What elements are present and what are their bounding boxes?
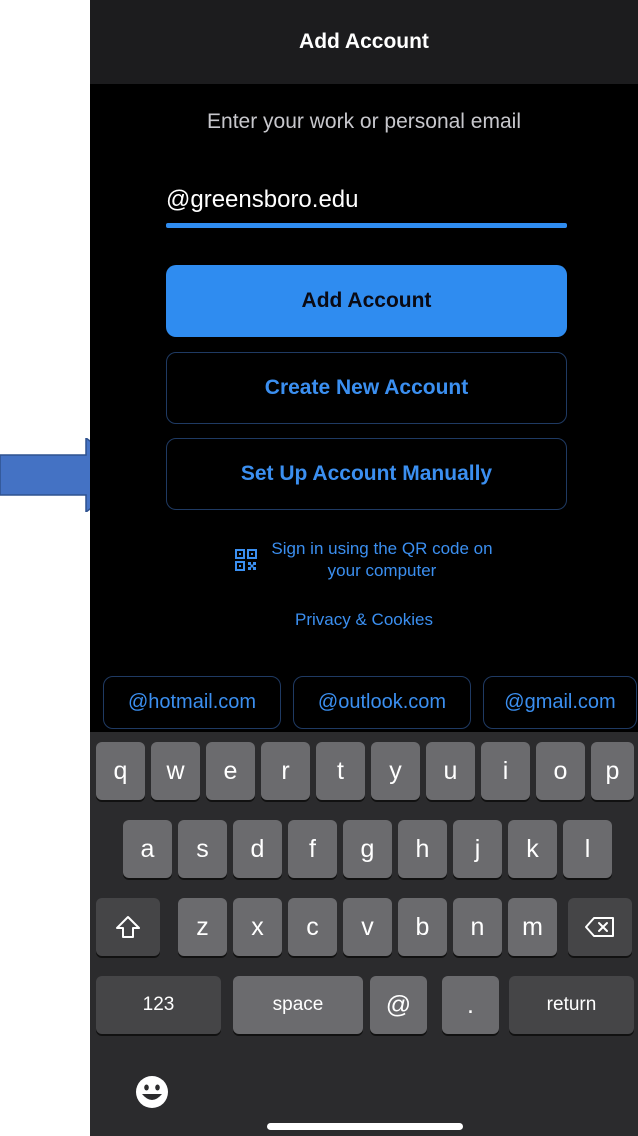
qr-line-1: Sign in using the QR code on	[271, 539, 493, 558]
key-j[interactable]: j	[453, 820, 502, 878]
key-f[interactable]: f	[288, 820, 337, 878]
email-prompt: Enter your work or personal email	[207, 110, 521, 133]
key-y[interactable]: y	[371, 742, 420, 800]
key-k[interactable]: k	[508, 820, 557, 878]
key-backspace[interactable]	[568, 898, 632, 956]
key-q[interactable]: q	[96, 742, 145, 800]
key-l[interactable]: l	[563, 820, 612, 878]
domain-chip-hotmail[interactable]: @hotmail.com	[103, 676, 281, 729]
domain-chip-outlook[interactable]: @outlook.com	[293, 676, 471, 729]
key-space[interactable]: space	[233, 976, 363, 1034]
key-m[interactable]: m	[508, 898, 557, 956]
home-indicator	[267, 1123, 463, 1130]
shift-icon	[116, 916, 140, 938]
add-account-button[interactable]: Add Account	[166, 265, 567, 337]
key-o[interactable]: o	[536, 742, 585, 800]
key-v[interactable]: v	[343, 898, 392, 956]
qr-line-2: your computer	[327, 561, 437, 580]
key-b[interactable]: b	[398, 898, 447, 956]
key-numbers[interactable]: 123	[96, 976, 221, 1034]
domain-suggestions: @hotmail.com @outlook.com @gmail.com	[103, 676, 637, 731]
key-u[interactable]: u	[426, 742, 475, 800]
key-w[interactable]: w	[151, 742, 200, 800]
page-title: Add Account	[299, 30, 429, 53]
key-return[interactable]: return	[509, 976, 634, 1034]
key-t[interactable]: t	[316, 742, 365, 800]
domain-chip-gmail[interactable]: @gmail.com	[483, 676, 637, 729]
key-dot[interactable]: .	[442, 976, 499, 1034]
key-c[interactable]: c	[288, 898, 337, 956]
key-shift[interactable]	[96, 898, 160, 956]
email-underline	[166, 223, 567, 228]
email-field[interactable]	[166, 178, 567, 222]
key-p[interactable]: p	[591, 742, 634, 800]
nav-header: Add Account	[90, 0, 638, 84]
create-new-account-button[interactable]: Create New Account	[166, 352, 567, 424]
key-at[interactable]: @	[370, 976, 427, 1034]
qr-signin-text: Sign in using the QR code on your comput…	[271, 538, 492, 582]
key-s[interactable]: s	[178, 820, 227, 878]
emoji-icon[interactable]	[135, 1075, 169, 1109]
phone-screen: Add Account Enter your work or personal …	[90, 0, 638, 1136]
key-a[interactable]: a	[123, 820, 172, 878]
key-x[interactable]: x	[233, 898, 282, 956]
keyboard: q w e r t y u i o p a s d f g h j k l z …	[90, 732, 638, 1136]
email-field-container	[166, 178, 567, 228]
key-z[interactable]: z	[178, 898, 227, 956]
key-h[interactable]: h	[398, 820, 447, 878]
key-e[interactable]: e	[206, 742, 255, 800]
qr-code-icon	[235, 549, 258, 571]
key-n[interactable]: n	[453, 898, 502, 956]
setup-account-manually-button[interactable]: Set Up Account Manually	[166, 438, 567, 510]
key-d[interactable]: d	[233, 820, 282, 878]
key-r[interactable]: r	[261, 742, 310, 800]
qr-signin-link[interactable]: Sign in using the QR code on your comput…	[90, 538, 638, 582]
key-g[interactable]: g	[343, 820, 392, 878]
backspace-icon	[585, 917, 614, 937]
key-i[interactable]: i	[481, 742, 530, 800]
privacy-cookies-link[interactable]: Privacy & Cookies	[90, 610, 638, 630]
